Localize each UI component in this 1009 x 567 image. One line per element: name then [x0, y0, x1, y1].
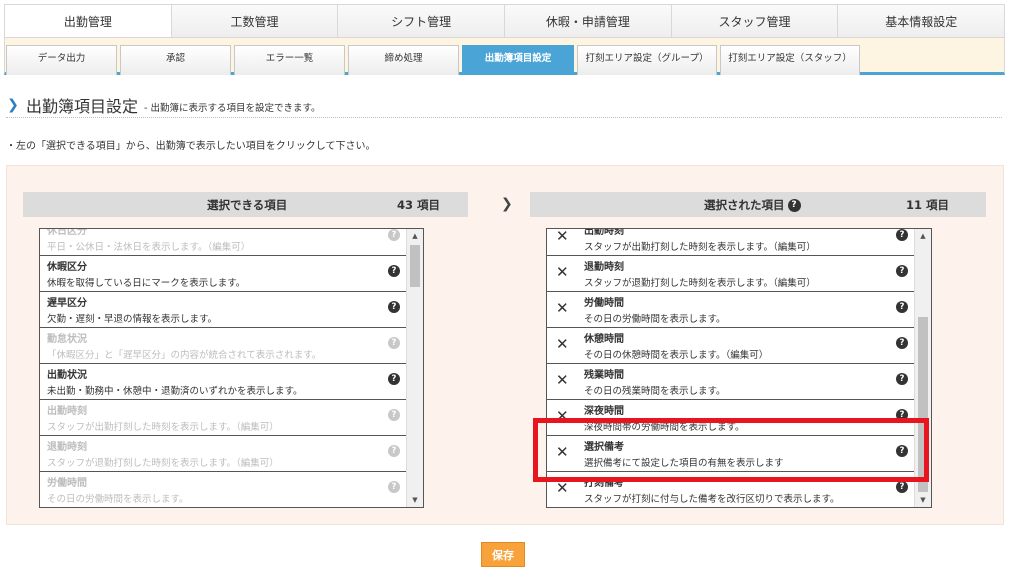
page-header: ❯ 出勤簿項目設定 - 出勤簿に表示する項目を設定できます。 [6, 92, 1002, 118]
item-name: 休日区分 [47, 228, 87, 237]
sub-nav: データ出力 承認 エラー一覧 締め処理 出勤簿項目設定 打刻エリア設定（グループ… [4, 38, 1005, 75]
item-desc: 欠勤・遅刻・早退の情報を表示します。 [47, 314, 218, 325]
item-desc: スタッフが退勤打刻した時刻を表示します。（編集可） [47, 458, 279, 469]
main-tab-shift[interactable]: シフト管理 [338, 5, 506, 37]
item-name: 深夜時間 [584, 406, 624, 417]
question-circle-icon[interactable]: ? [388, 445, 400, 457]
close-icon[interactable]: ✕ [556, 229, 569, 244]
chevron-right-icon: ❯ [7, 96, 19, 113]
item-name: 退勤時刻 [47, 442, 87, 453]
close-icon[interactable]: ✕ [556, 480, 569, 496]
item-desc: 「休暇区分」と「遅早区分」の内容が統合されて表示されます。 [47, 350, 322, 361]
selected-title-wrap: 選択された項目? [704, 197, 801, 213]
scroll-up-icon[interactable]: ▲ [915, 229, 931, 243]
question-circle-icon[interactable]: ? [896, 301, 908, 313]
scroll-down-icon[interactable]: ▼ [915, 493, 931, 507]
item-desc: 休暇を取得している日にマークを表示します。 [47, 278, 246, 289]
item-name: 遅早区分 [47, 298, 87, 309]
sub-tab-closing[interactable]: 締め処理 [348, 45, 459, 75]
instruction-text: ・左の「選択できる項目」から、出勤簿で表示したい項目をクリックして下さい。 [6, 141, 376, 152]
available-header: 選択できる項目 43 項目 [23, 192, 468, 217]
question-circle-icon[interactable]: ? [896, 229, 908, 241]
sub-tab-approval[interactable]: 承認 [120, 45, 231, 75]
item-name: 休憩時間 [584, 334, 624, 345]
sub-tab-data-export[interactable]: データ出力 [6, 45, 117, 75]
list-item[interactable]: 勤怠状況「休暇区分」と「遅早区分」の内容が統合されて表示されます。? [40, 328, 406, 364]
close-icon[interactable]: ✕ [556, 300, 569, 316]
question-circle-icon[interactable]: ? [388, 373, 400, 385]
item-name: 出勤状況 [47, 370, 87, 381]
sub-tab-attendance-items[interactable]: 出勤簿項目設定 [462, 45, 574, 75]
available-count: 43 項目 [397, 197, 441, 212]
list-item[interactable]: ✕ 退勤時刻スタッフが退勤打刻した時刻を表示します。（編集可）? [547, 256, 914, 292]
item-desc: その日の残業時間を表示します。 [584, 386, 726, 397]
item-desc: 未出勤・勤務中・休憩中・退勤済のいずれかを表示します。 [47, 386, 303, 397]
item-desc: その日の労働時間を表示します。 [584, 314, 726, 325]
list-item[interactable]: 遅早区分欠勤・遅刻・早退の情報を表示します。? [40, 292, 406, 328]
selected-title: 選択された項目 [704, 197, 785, 212]
question-circle-icon[interactable]: ? [896, 265, 908, 277]
close-icon[interactable]: ✕ [556, 336, 569, 352]
scroll-up-icon[interactable]: ▲ [407, 229, 423, 243]
available-scrollbar[interactable]: ▲ ▼ [406, 229, 423, 507]
selected-count: 11 項目 [906, 197, 950, 212]
item-desc: スタッフが出勤打刻した時刻を表示します。（編集可） [47, 422, 279, 433]
close-icon[interactable]: ✕ [556, 372, 569, 388]
available-title: 選択できる項目 [207, 197, 288, 212]
question-circle-icon[interactable]: ? [896, 481, 908, 493]
question-circle-icon[interactable]: ? [896, 337, 908, 349]
list-item[interactable]: ✕ 休憩時間その日の休憩時間を表示します。（編集可）? [547, 328, 914, 364]
item-name: 残業時間 [584, 370, 624, 381]
list-item[interactable]: 出勤状況未出勤・勤務中・休憩中・退勤済のいずれかを表示します。? [40, 364, 406, 400]
item-name: 労働時間 [47, 478, 87, 489]
question-circle-icon[interactable]: ? [388, 481, 400, 493]
question-circle-icon[interactable]: ? [388, 409, 400, 421]
list-item[interactable]: 出勤時刻スタッフが出勤打刻した時刻を表示します。（編集可）? [40, 400, 406, 436]
list-item[interactable]: 休暇区分休暇を取得している日にマークを表示します。? [40, 256, 406, 292]
scroll-thumb[interactable] [410, 245, 420, 287]
item-desc: その日の労働時間を表示します。 [47, 494, 189, 505]
chevron-right-icon: ❯ [501, 196, 513, 212]
main-nav: 出勤管理 工数管理 シフト管理 休暇・申請管理 スタッフ管理 基本情報設定 [4, 4, 1005, 38]
main-tab-basic-settings[interactable]: 基本情報設定 [838, 5, 1005, 37]
item-desc: スタッフが打刻に付与した備考を改行区切りで表示します。 [584, 494, 840, 505]
sub-tab-error-list[interactable]: エラー一覧 [234, 45, 345, 75]
list-item[interactable]: ✕ 残業時間その日の残業時間を表示します。? [547, 364, 914, 400]
page-subtitle: - 出勤簿に表示する項目を設定できます。 [144, 102, 321, 114]
scroll-down-icon[interactable]: ▼ [407, 493, 423, 507]
available-list[interactable]: 休日区分平日・公休日・法休日を表示します。（編集可）? 休暇区分休暇を取得してい… [39, 228, 424, 508]
question-circle-icon[interactable]: ? [388, 229, 400, 241]
main-tab-leave[interactable]: 休暇・申請管理 [505, 5, 672, 37]
question-circle-icon[interactable]: ? [896, 373, 908, 385]
question-circle-icon[interactable]: ? [388, 265, 400, 277]
item-desc: スタッフが出勤打刻した時刻を表示します。（編集可） [584, 242, 816, 253]
list-item[interactable]: 労働時間その日の労働時間を表示します。? [40, 472, 406, 507]
item-name: 勤怠状況 [47, 334, 87, 345]
question-circle-icon[interactable]: ? [388, 301, 400, 313]
page-title: 出勤簿項目設定 [26, 96, 139, 116]
list-item[interactable]: 退勤時刻スタッフが退勤打刻した時刻を表示します。（編集可）? [40, 436, 406, 472]
main-tab-attendance[interactable]: 出勤管理 [5, 5, 172, 37]
item-desc: スタッフが退勤打刻した時刻を表示します。（編集可） [584, 278, 816, 289]
main-tab-man-hours[interactable]: 工数管理 [171, 5, 339, 37]
item-name: 退勤時刻 [584, 262, 624, 273]
highlight-box [533, 418, 929, 482]
item-name: 出勤時刻 [47, 406, 87, 417]
item-name: 出勤時刻 [584, 228, 624, 237]
question-circle-icon[interactable]: ? [787, 198, 801, 212]
item-name: 休暇区分 [47, 262, 87, 273]
item-desc: 平日・公休日・法休日を表示します。（編集可） [47, 242, 251, 253]
selected-header: 選択された項目? 11 項目 [530, 192, 986, 217]
list-item[interactable]: ✕ 労働時間その日の労働時間を表示します。? [547, 292, 914, 328]
list-item[interactable]: ✕ 出勤時刻スタッフが出勤打刻した時刻を表示します。（編集可）? [547, 228, 914, 256]
close-icon[interactable]: ✕ [556, 264, 569, 280]
sub-tab-stamp-area-staff[interactable]: 打刻エリア設定（スタッフ） [720, 45, 860, 75]
item-name: 労働時間 [584, 298, 624, 309]
save-button[interactable]: 保存 [481, 542, 525, 567]
list-item[interactable]: 休日区分平日・公休日・法休日を表示します。（編集可）? [40, 228, 406, 256]
question-circle-icon[interactable]: ? [388, 337, 400, 349]
sub-tab-stamp-area-group[interactable]: 打刻エリア設定（グループ） [577, 45, 717, 75]
main-tab-staff[interactable]: スタッフ管理 [671, 5, 839, 37]
item-desc: その日の休憩時間を表示します。（編集可） [584, 350, 769, 361]
